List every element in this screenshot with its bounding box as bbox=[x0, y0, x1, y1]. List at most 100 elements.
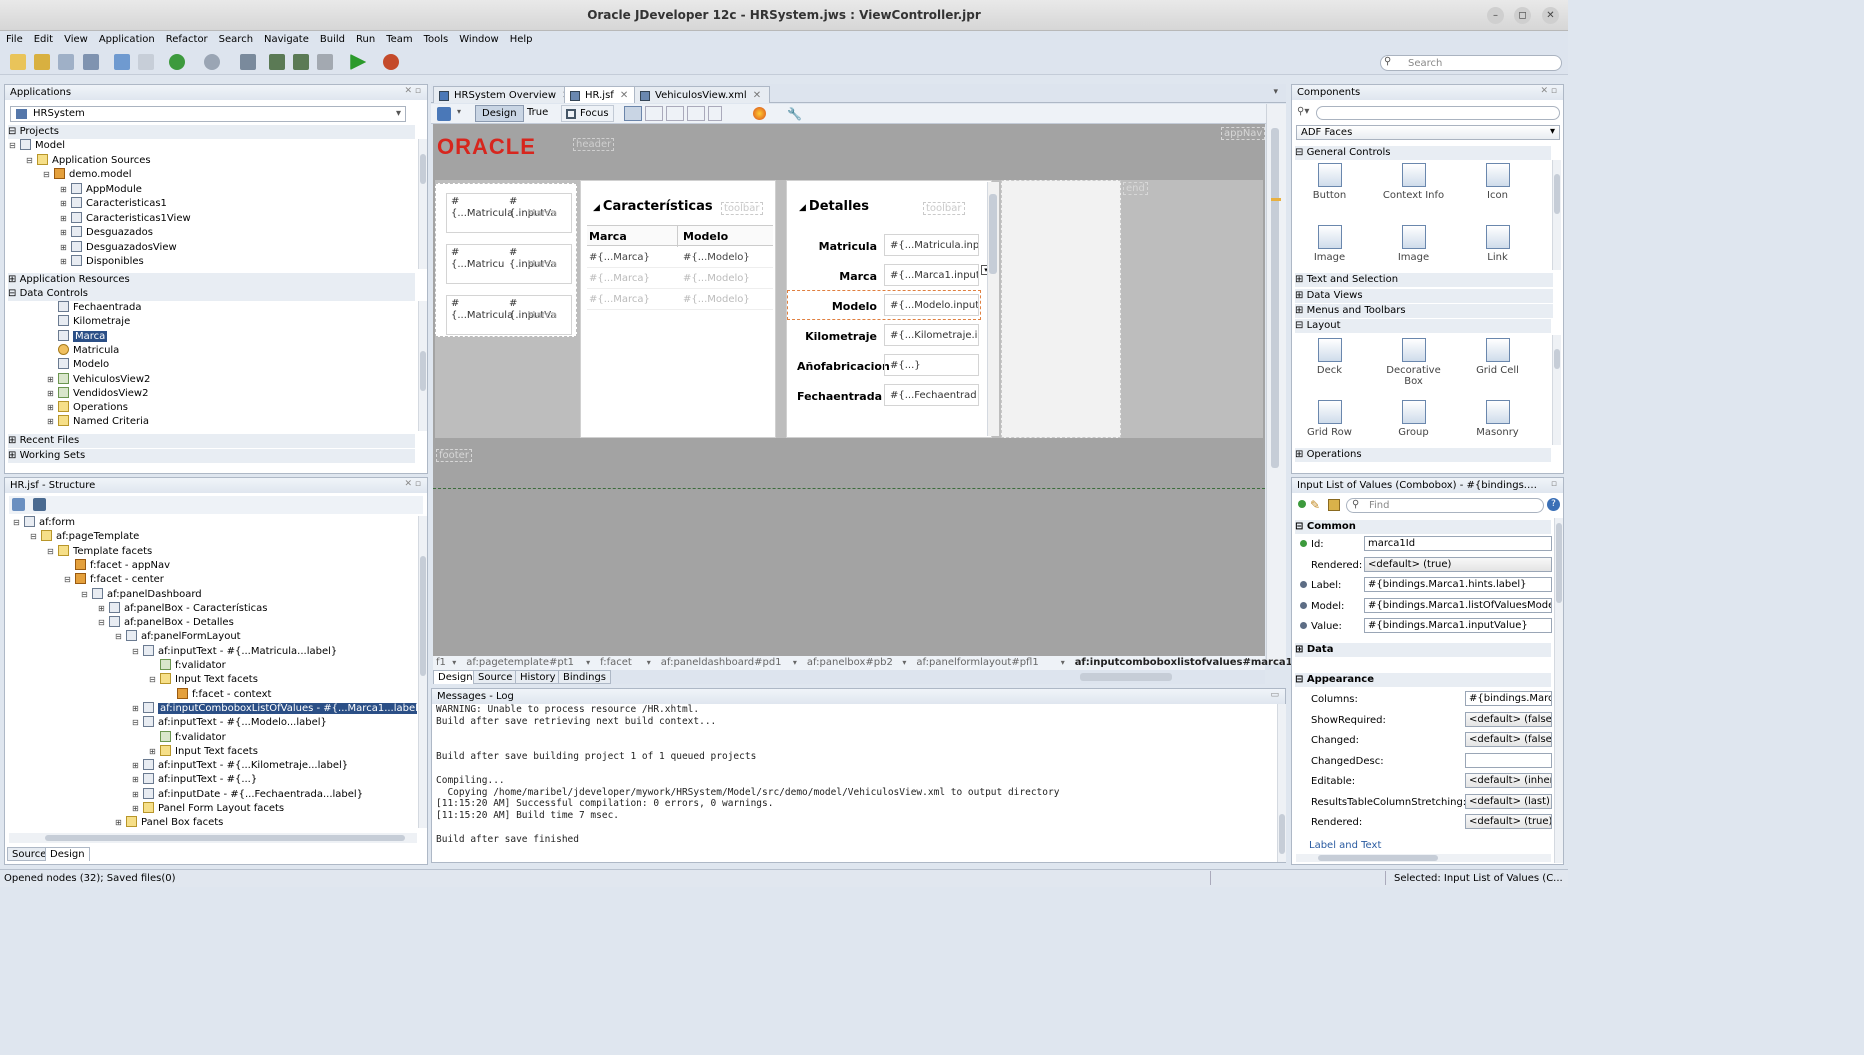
structure-node[interactable]: ⊞ Panel Box facets bbox=[115, 816, 223, 828]
property-value[interactable]: marca1Id bbox=[1364, 536, 1552, 551]
expander-icon[interactable]: ⊞ bbox=[60, 212, 68, 226]
structure-node[interactable]: ⊟ af:panelDashboard bbox=[81, 587, 202, 602]
menu-team[interactable]: Team bbox=[380, 31, 417, 45]
data-control-node[interactable]: Modelo bbox=[47, 358, 109, 372]
expander-icon[interactable]: ⊞ bbox=[60, 183, 68, 197]
structure-node[interactable]: ⊞ af:panelBox - Características bbox=[98, 601, 268, 616]
redo-icon[interactable] bbox=[137, 54, 154, 70]
expander-icon[interactable]: ⊞ bbox=[60, 197, 68, 211]
expander-icon[interactable]: ⊟ bbox=[43, 168, 51, 182]
breadcrumb-item[interactable]: f1 bbox=[436, 657, 446, 668]
tree-node[interactable]: ⊞ AppModule bbox=[60, 182, 142, 197]
structure-node[interactable]: ⊞ Panel Form Layout facets bbox=[132, 802, 284, 816]
expander-icon[interactable]: ⊟ bbox=[26, 154, 34, 168]
open-icon[interactable] bbox=[34, 54, 51, 70]
field-input[interactable]: #{...Modelo.input bbox=[884, 294, 979, 316]
tree-node[interactable]: ⊟ demo.model bbox=[43, 168, 132, 182]
back-icon[interactable] bbox=[169, 54, 186, 70]
structure-node[interactable]: ⊟ af:panelBox - Detalles bbox=[98, 616, 234, 630]
make-icon[interactable] bbox=[239, 54, 256, 70]
properties-find-input[interactable]: Find bbox=[1346, 498, 1544, 513]
save-all-icon[interactable] bbox=[82, 54, 99, 70]
data-control-node[interactable]: Matricula bbox=[47, 343, 119, 358]
expander-icon[interactable]: ⊟ bbox=[30, 530, 38, 544]
find-icon[interactable] bbox=[33, 498, 47, 511]
wrench-icon[interactable]: 🔧 bbox=[787, 107, 802, 121]
structure-node[interactable]: ⊞ af:inputText - #{...} bbox=[132, 773, 257, 787]
working-sets-section[interactable]: ⊞ Working Sets bbox=[8, 449, 415, 463]
run-icon[interactable] bbox=[350, 54, 367, 70]
design-canvas[interactable]: ORACLE header appNav # {...Matricula # {.in… bbox=[433, 124, 1266, 656]
close-icon[interactable]: ✕ ▫ bbox=[404, 86, 421, 96]
phone-view-icon[interactable] bbox=[666, 106, 684, 121]
expander-icon[interactable]: ⊟ bbox=[132, 645, 140, 659]
forward-icon[interactable] bbox=[204, 54, 221, 70]
expander-icon[interactable]: ⊟ bbox=[98, 616, 106, 630]
collapse-icon[interactable]: ◢ bbox=[799, 203, 806, 213]
breadcrumb-item[interactable]: af:paneldashboard#pd1 bbox=[661, 657, 782, 668]
expander-icon[interactable]: ⊞ bbox=[132, 773, 140, 787]
editor-tab[interactable]: VehiculosView.xml ✕ bbox=[634, 86, 771, 103]
structure-node[interactable]: f:facet - context bbox=[166, 687, 271, 702]
field-input[interactable]: #{...Fechaentrad bbox=[884, 384, 979, 406]
structure-node[interactable]: f:validator bbox=[149, 659, 226, 673]
chevron-down-icon[interactable]: ▾ bbox=[586, 658, 590, 667]
clean-icon[interactable] bbox=[317, 54, 334, 70]
components-section[interactable]: ⊞ Text and Selection bbox=[1295, 273, 1553, 287]
tree-node[interactable]: ⊞ Caracteristicas1 bbox=[60, 197, 167, 211]
field-input[interactable]: #{...Kilometraje.i bbox=[884, 324, 979, 346]
editor-tab-source[interactable]: Source bbox=[473, 670, 518, 684]
undo-icon[interactable] bbox=[113, 54, 130, 70]
component-deck[interactable]: Deck bbox=[1292, 338, 1367, 376]
expander-icon[interactable]: ⊞ bbox=[60, 226, 68, 240]
tablet-view-icon[interactable] bbox=[645, 106, 663, 121]
desktop-view-icon[interactable] bbox=[624, 106, 642, 121]
expander-icon[interactable]: ⊞ bbox=[132, 702, 140, 716]
field-input[interactable]: #{...} bbox=[884, 354, 979, 376]
expander-icon[interactable]: ⊞ bbox=[47, 387, 55, 401]
minimize-icon[interactable]: ▭ bbox=[1270, 690, 1279, 700]
structure-node[interactable]: ⊞ Input Text facets bbox=[149, 744, 258, 759]
component-masonry[interactable]: Masonry bbox=[1460, 400, 1535, 438]
close-button[interactable]: ✕ bbox=[1542, 7, 1559, 24]
property-value[interactable]: <default> (true) bbox=[1465, 814, 1552, 829]
component-image[interactable]: Image bbox=[1292, 225, 1367, 263]
field-input[interactable]: #{...Marca1.input bbox=[884, 264, 979, 286]
search-input[interactable]: Search bbox=[1380, 55, 1562, 71]
table-row[interactable]: #{...Marca} #{...Modelo} bbox=[587, 289, 773, 310]
components-section[interactable]: ⊞ Menus and Toolbars bbox=[1295, 304, 1553, 318]
appearance-section[interactable]: ⊟ Appearance bbox=[1295, 673, 1551, 687]
breadcrumb-item[interactable]: f:facet bbox=[600, 657, 632, 668]
chevron-down-icon[interactable]: ▾ bbox=[452, 658, 456, 667]
close-icon[interactable]: ✕ bbox=[753, 90, 761, 101]
close-icon[interactable]: ✕ bbox=[620, 90, 628, 101]
left-box-row[interactable]: # {...Matricu # {.inputVa Marca bbox=[446, 244, 572, 284]
component-group[interactable]: Group bbox=[1376, 400, 1451, 438]
property-value[interactable]: #{bindings.Marca1.inputValue} bbox=[1364, 618, 1552, 633]
component-grid-cell[interactable]: Grid Cell bbox=[1460, 338, 1535, 376]
component-icon[interactable]: Icon bbox=[1460, 163, 1535, 201]
general-scrollbar[interactable] bbox=[1552, 160, 1561, 270]
menu-search[interactable]: Search bbox=[213, 31, 258, 45]
structure-node[interactable]: ⊟ Template facets bbox=[47, 544, 152, 559]
data-control-node[interactable]: Kilometraje bbox=[47, 315, 130, 329]
editor-tab[interactable]: HR.jsf ✕ bbox=[564, 86, 638, 103]
left-panelbox[interactable]: # {...Matricula # {.inputVa Marca # {...Matric… bbox=[435, 183, 577, 337]
editor-vscrollbar[interactable] bbox=[1266, 104, 1286, 664]
menu-edit[interactable]: Edit bbox=[28, 31, 58, 45]
chevron-down-icon[interactable]: ▾ bbox=[793, 658, 797, 667]
structure-node[interactable]: ⊞ af:inputDate - #{...Fechaentrada...labe… bbox=[132, 787, 363, 802]
editor-hscrollbar[interactable] bbox=[1080, 673, 1172, 681]
structure-node[interactable]: f:validator bbox=[149, 730, 226, 745]
component-button[interactable]: Button bbox=[1292, 163, 1367, 201]
general-controls-section[interactable]: ⊟ General Controls bbox=[1295, 146, 1551, 160]
structure-tab-design[interactable]: Design bbox=[45, 847, 90, 861]
freeze-icon[interactable] bbox=[12, 498, 25, 511]
minimize-button[interactable]: – bbox=[1487, 7, 1504, 24]
structure-node[interactable]: ⊞ af:inputComboboxListOfValues - #{...Mar… bbox=[132, 701, 417, 716]
menu-help[interactable]: Help bbox=[504, 31, 538, 45]
menu-tools[interactable]: Tools bbox=[418, 31, 454, 45]
breadcrumb-item[interactable]: af:panelformlayout#pfl1 bbox=[916, 657, 1038, 668]
layout-section[interactable]: ⊟ Layout bbox=[1295, 319, 1551, 333]
chevron-down-icon[interactable]: ▾ bbox=[647, 658, 651, 667]
